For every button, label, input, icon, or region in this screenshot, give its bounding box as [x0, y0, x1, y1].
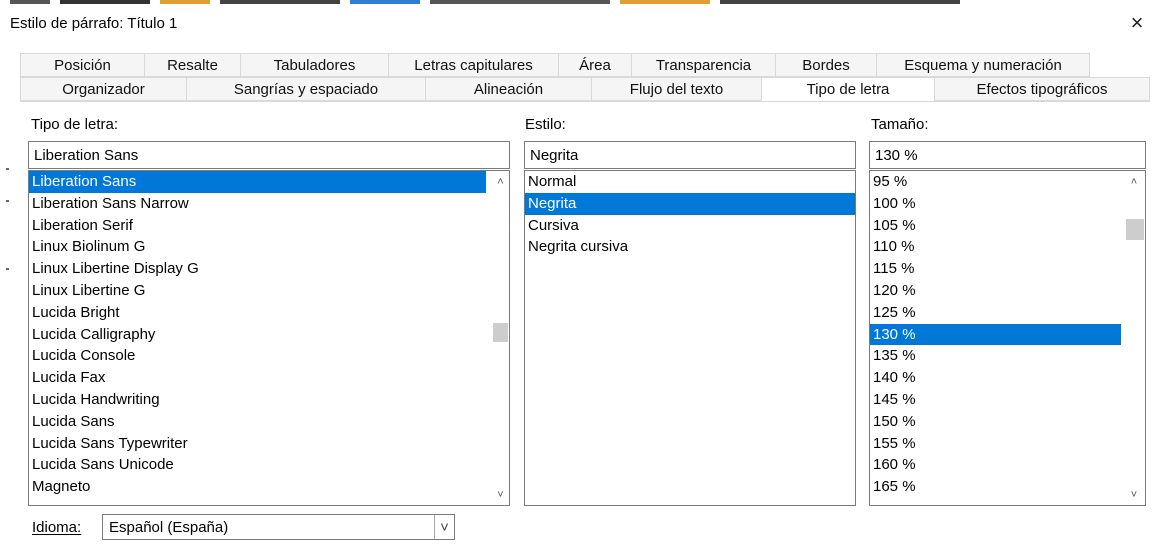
edge-mark — [6, 268, 9, 270]
font-family-option[interactable]: Lucida Sans — [29, 411, 486, 433]
font-size-option[interactable]: 120 % — [870, 280, 1121, 302]
top-edge-strip — [0, 0, 1159, 8]
font-size-option[interactable]: 130 % — [870, 323, 1121, 346]
font-size-label: Tamaño: — [871, 116, 929, 133]
font-size-option[interactable]: 110 % — [870, 236, 1121, 258]
tab-resalte[interactable]: Resalte — [144, 53, 240, 77]
edge-mark — [6, 168, 9, 170]
font-family-option[interactable]: Linux Libertine G — [29, 280, 486, 302]
font-family-option[interactable]: Lucida Calligraphy — [29, 324, 486, 346]
tab-sangrias-espaciado[interactable]: Sangrías y espaciado — [186, 77, 425, 101]
font-size-option[interactable]: 165 % — [870, 476, 1121, 498]
font-size-option[interactable]: 140 % — [870, 367, 1121, 389]
font-family-option[interactable]: Liberation Sans — [29, 171, 486, 193]
tab-row-2: Organizador Sangrías y espaciado Alineac… — [20, 77, 1150, 101]
font-style-option[interactable]: Negrita — [525, 192, 855, 215]
font-size-option[interactable]: 115 % — [870, 258, 1121, 280]
font-family-list[interactable]: Liberation Sans Liberation Sans Narrow Lib… — [28, 170, 510, 506]
scroll-thumb[interactable] — [1126, 219, 1144, 240]
chevron-up-icon[interactable]: ˄ — [1123, 173, 1145, 190]
scroll-thumb[interactable] — [493, 323, 508, 342]
font-style-option[interactable]: Negrita cursiva — [525, 236, 855, 258]
font-family-option[interactable]: Lucida Console — [29, 345, 486, 367]
font-family-option[interactable]: Lucida Sans Unicode — [29, 454, 486, 476]
window-title: Estilo de párrafo: Título 1 — [10, 15, 178, 32]
chevron-down-icon[interactable]: ˅ — [1123, 486, 1145, 503]
font-family-input[interactable]: Liberation Sans — [28, 141, 510, 169]
tab-letras-capitulares[interactable]: Letras capitulares — [388, 53, 558, 77]
edge-mark — [6, 200, 9, 202]
language-select[interactable]: Español (España) ˅ — [102, 514, 455, 540]
font-size-input[interactable]: 130 % — [869, 141, 1146, 169]
tab-organizador[interactable]: Organizador — [20, 77, 186, 101]
font-size-option[interactable]: 95 % — [870, 171, 1121, 193]
font-size-option[interactable]: 145 % — [870, 389, 1121, 411]
tab-transparencia[interactable]: Transparencia — [631, 53, 775, 77]
tab-bordes[interactable]: Bordes — [775, 53, 876, 77]
font-family-option[interactable]: Liberation Sans Narrow — [29, 193, 486, 215]
font-family-option[interactable]: Liberation Serif — [29, 215, 486, 237]
tab-posicion[interactable]: Posición — [20, 53, 144, 77]
font-family-option[interactable]: Lucida Sans Typewriter — [29, 433, 486, 455]
font-size-list[interactable]: 95 % 100 % 105 % 110 % 115 % 120 % 125 % 130 % 1… — [869, 170, 1146, 506]
tab-esquema-numeracion[interactable]: Esquema y numeración — [876, 53, 1090, 77]
font-family-option[interactable]: Magneto — [29, 476, 486, 498]
font-style-option[interactable]: Normal — [525, 171, 855, 193]
font-family-option[interactable]: Linux Libertine Display G — [29, 258, 486, 280]
tab-area[interactable]: Área — [558, 53, 631, 77]
title-bar: Estilo de párrafo: Título 1 × — [0, 8, 1159, 38]
tab-row-1: Posición Resalte Tabuladores Letras capi… — [20, 53, 1090, 77]
font-family-option[interactable]: Lucida Handwriting — [29, 389, 486, 411]
chevron-up-icon[interactable]: ˄ — [492, 173, 509, 190]
font-size-option[interactable]: 150 % — [870, 411, 1121, 433]
font-size-option[interactable]: 100 % — [870, 193, 1121, 215]
font-style-option[interactable]: Cursiva — [525, 215, 855, 237]
size-list-scrollbar[interactable]: ˄ ˅ — [1123, 171, 1145, 505]
font-style-label: Estilo: — [525, 116, 566, 133]
tab-tipo-de-letra[interactable]: Tipo de letra — [761, 77, 934, 101]
close-icon[interactable]: × — [1115, 8, 1159, 38]
font-size-option[interactable]: 135 % — [870, 345, 1121, 367]
font-size-option[interactable]: 160 % — [870, 454, 1121, 476]
chevron-down-icon[interactable]: ˅ — [492, 486, 509, 503]
language-value: Español (España) — [109, 518, 229, 536]
font-style-list[interactable]: Normal Negrita Cursiva Negrita cursiva — [524, 170, 856, 506]
chevron-down-icon[interactable]: ˅ — [434, 515, 454, 539]
language-label: Idioma: — [32, 519, 82, 536]
font-family-option[interactable]: Linux Biolinum G — [29, 236, 486, 258]
font-family-option[interactable]: Lucida Fax — [29, 367, 486, 389]
font-size-option[interactable]: 155 % — [870, 433, 1121, 455]
font-size-option[interactable]: 105 % — [870, 215, 1121, 237]
tab-tabuladores[interactable]: Tabuladores — [240, 53, 388, 77]
font-family-label: Tipo de letra: — [31, 116, 118, 133]
font-family-option[interactable]: Lucida Bright — [29, 302, 486, 324]
tab-efectos-tipograficos[interactable]: Efectos tipográficos — [934, 77, 1150, 101]
font-size-option[interactable]: 125 % — [870, 302, 1121, 324]
tab-alineacion[interactable]: Alineación — [425, 77, 591, 101]
font-list-scrollbar[interactable]: ˄ ˅ — [492, 171, 509, 505]
font-style-input[interactable]: Negrita — [524, 141, 856, 169]
tab-flujo-texto[interactable]: Flujo del texto — [591, 77, 761, 101]
